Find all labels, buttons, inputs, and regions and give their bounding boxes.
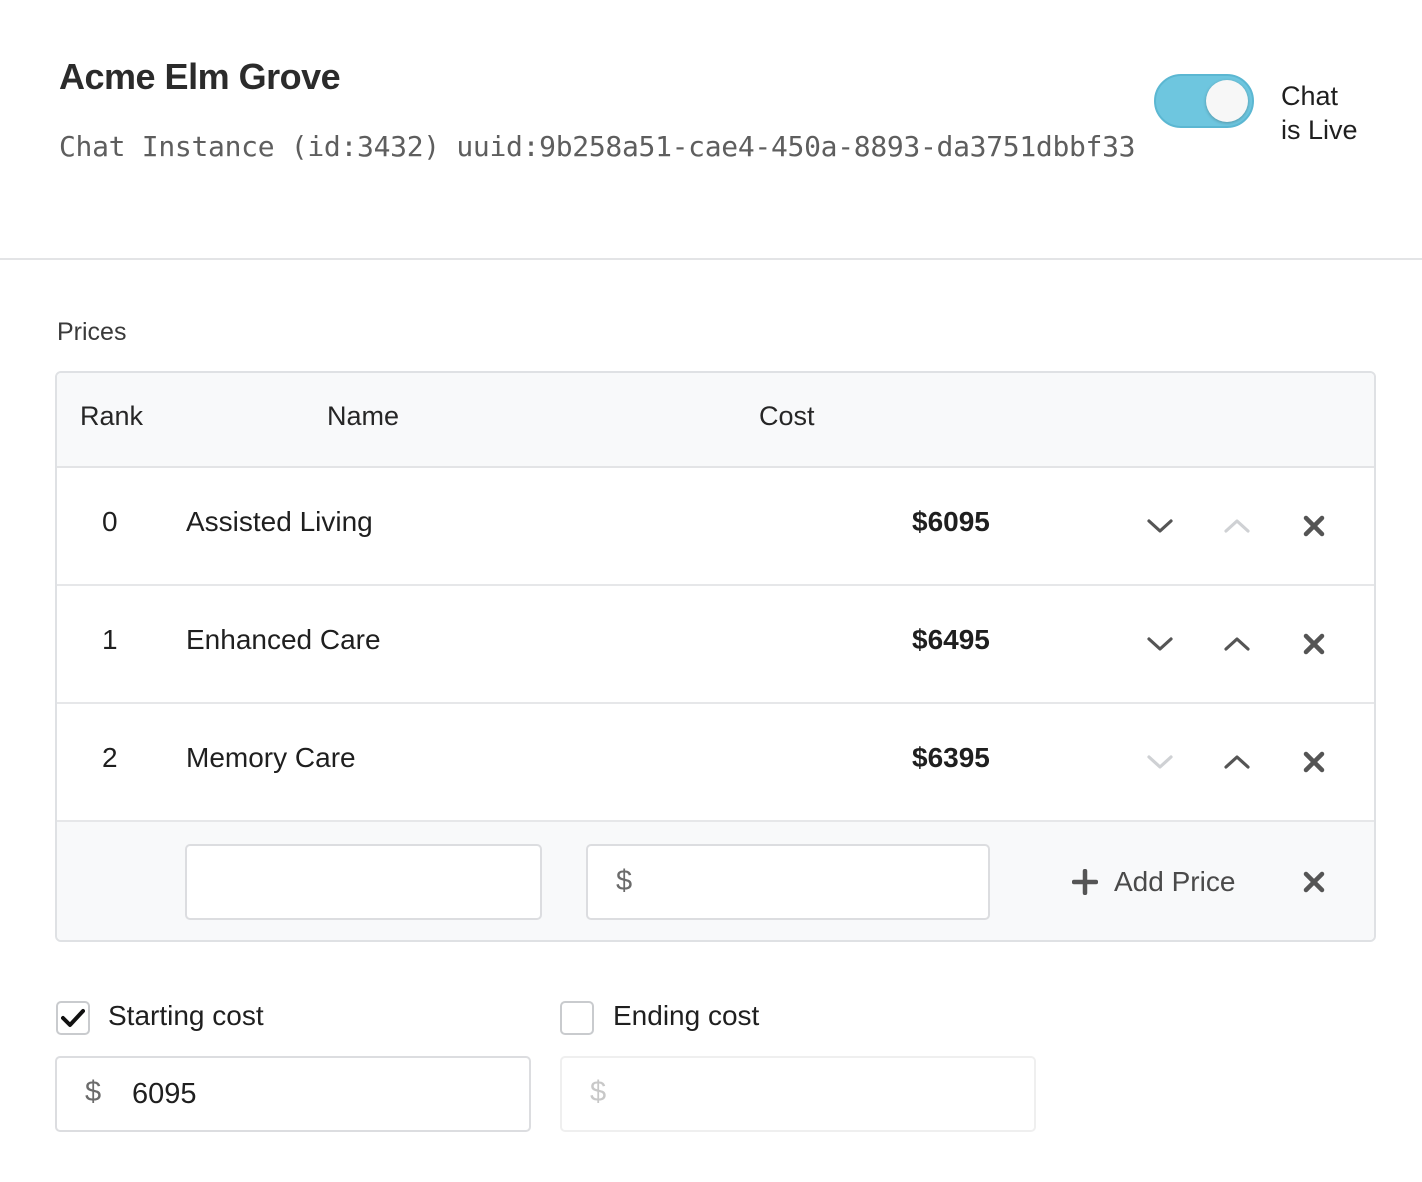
move-down-button[interactable] [1140, 624, 1180, 664]
dollar-sign: $ [85, 1076, 102, 1108]
add-price-label: Add Price [1114, 866, 1236, 897]
chevron-down-icon [1147, 519, 1173, 533]
chat-live-toggle[interactable] [1154, 74, 1254, 128]
move-up-button[interactable] [1217, 742, 1257, 782]
move-down-button[interactable] [1140, 742, 1180, 782]
check-icon [61, 1009, 85, 1027]
ending-cost-label: Ending cost [613, 1000, 760, 1031]
column-header-cost: Cost [759, 401, 815, 431]
row-name: Memory Care [186, 742, 356, 773]
table-row: 1 Enhanced Care $6495 [57, 586, 1374, 704]
column-header-name: Name [327, 401, 400, 431]
row-rank: 0 [102, 506, 118, 537]
page-title: Acme Elm Grove [59, 56, 341, 97]
starting-cost-input[interactable]: $ 6095 [55, 1056, 531, 1132]
chevron-up-icon [1224, 637, 1250, 651]
ending-cost-input[interactable]: $ [560, 1056, 1036, 1132]
row-cost: $6395 [912, 742, 990, 773]
move-up-button[interactable] [1217, 624, 1257, 664]
starting-cost-checkbox[interactable] [56, 1001, 90, 1035]
move-down-button[interactable] [1140, 506, 1180, 546]
row-cost: $6095 [912, 506, 990, 537]
add-price-row: $ Add Price [57, 822, 1374, 940]
table-row: 2 Memory Care $6395 [57, 704, 1374, 822]
dollar-sign: $ [616, 865, 633, 897]
close-icon [1303, 871, 1325, 893]
row-rank: 1 [102, 624, 118, 655]
page-header: Acme Elm Grove Chat Instance (id:3432) u… [0, 0, 1422, 260]
prices-table: Rank Name Cost 0 Assisted Living $6095 1… [55, 371, 1376, 942]
new-price-name-input[interactable] [185, 844, 542, 920]
row-name: Assisted Living [186, 506, 373, 537]
chat-instance-id: Chat Instance (id:3432) uuid:9b258a51-ca… [59, 130, 1136, 163]
row-name: Enhanced Care [186, 624, 381, 655]
table-row: 0 Assisted Living $6095 [57, 468, 1374, 586]
row-cost: $6495 [912, 624, 990, 655]
delete-price-button[interactable] [1294, 742, 1334, 782]
chevron-up-icon [1224, 519, 1250, 533]
chevron-down-icon [1147, 637, 1173, 651]
close-icon [1303, 751, 1325, 773]
toggle-knob [1206, 80, 1248, 122]
move-up-button[interactable] [1217, 506, 1257, 546]
chevron-up-icon [1224, 755, 1250, 769]
delete-price-button[interactable] [1294, 506, 1334, 546]
chevron-down-icon [1147, 755, 1173, 769]
starting-cost-value: 6095 [132, 1078, 197, 1110]
plus-icon [1072, 869, 1098, 895]
chat-live-label: Chat is Live [1281, 81, 1358, 145]
prices-section-label: Prices [57, 318, 127, 346]
add-price-button[interactable]: Add Price [1072, 866, 1235, 898]
table-header: Rank Name Cost [57, 373, 1374, 468]
delete-price-button[interactable] [1294, 624, 1334, 664]
new-price-cost-input[interactable]: $ [586, 844, 990, 920]
starting-cost-label: Starting cost [108, 1000, 264, 1031]
close-icon [1303, 633, 1325, 655]
close-icon [1303, 515, 1325, 537]
ending-cost-checkbox[interactable] [560, 1001, 594, 1035]
row-rank: 2 [102, 742, 118, 773]
clear-new-price-button[interactable] [1294, 862, 1334, 902]
dollar-sign: $ [590, 1076, 607, 1108]
column-header-rank: Rank [80, 401, 144, 431]
